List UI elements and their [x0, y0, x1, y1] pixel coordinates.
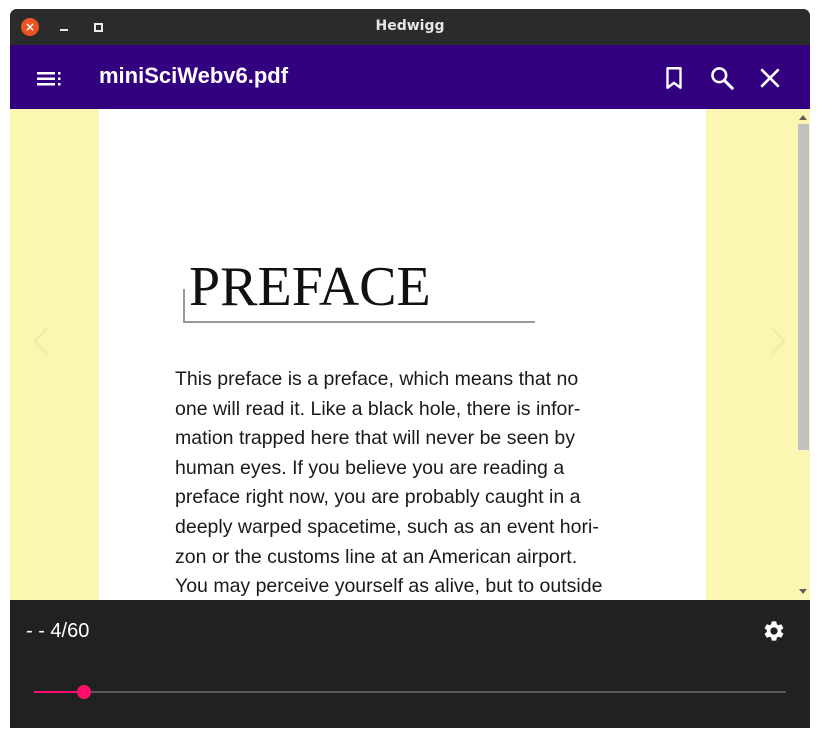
page-body-text: This preface is a preface, which means t…	[175, 365, 629, 600]
heading-rule-vertical	[183, 289, 185, 323]
settings-gear-icon[interactable]	[762, 619, 786, 643]
scroll-up-icon[interactable]	[799, 115, 807, 120]
text-line: zon or the customs line at an American a…	[175, 545, 578, 568]
menu-icon[interactable]	[35, 69, 63, 89]
heading-rule	[183, 321, 535, 323]
vertical-scrollbar[interactable]	[796, 109, 810, 600]
app-window: × Hedwigg miniSciWebv6.pdf PREFACE This …	[10, 9, 810, 728]
bookmark-icon[interactable]	[661, 65, 687, 91]
window-titlebar: × Hedwigg	[10, 9, 810, 45]
previous-page-icon[interactable]	[29, 324, 53, 358]
text-line: deeply warped spacetime, such as an even…	[175, 515, 599, 538]
page-indicator: - - 4/60	[26, 620, 90, 642]
document-viewport[interactable]: PREFACE This preface is a preface, which…	[10, 109, 810, 600]
page-heading: PREFACE	[189, 256, 431, 318]
text-line: human eyes. If you believe you are readi…	[175, 456, 565, 479]
app-bar: miniSciWebv6.pdf	[10, 45, 810, 109]
text-line: one will read it. Like a black hole, the…	[175, 397, 581, 420]
search-icon[interactable]	[709, 65, 735, 91]
text-line: You may perceive yourself as alive, but …	[175, 575, 603, 598]
text-line: This preface is a preface, which means t…	[175, 368, 579, 390]
next-page-icon[interactable]	[766, 324, 790, 358]
document-title: miniSciWebv6.pdf	[99, 63, 289, 88]
window-title: Hedwigg	[375, 18, 445, 34]
footer-bar: - - 4/60	[10, 600, 810, 728]
close-icon[interactable]	[757, 65, 783, 91]
pdf-page: PREFACE This preface is a preface, which…	[99, 109, 706, 600]
page-slider[interactable]	[34, 685, 786, 700]
scroll-down-icon[interactable]	[799, 589, 807, 594]
slider-track	[34, 691, 786, 693]
text-line: mation trapped here that will never be s…	[175, 427, 575, 450]
scrollbar-thumb[interactable]	[798, 124, 809, 450]
slider-thumb[interactable]	[77, 685, 91, 699]
text-line: preface right now, you are probably caug…	[175, 486, 581, 509]
